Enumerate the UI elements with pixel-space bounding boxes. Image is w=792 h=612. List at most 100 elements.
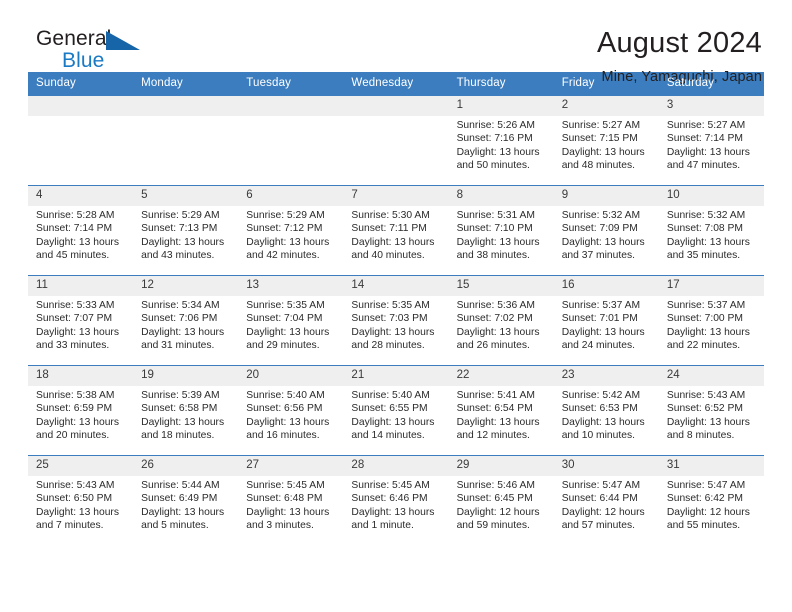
sunset-text: Sunset: 7:09 PM	[561, 223, 638, 235]
day-number: 5	[133, 186, 239, 207]
calendar-day-cell[interactable]: 13 Sunrise: 5:35 AM Sunset: 7:04 PM Dayligh…	[238, 275, 344, 366]
daylight-text: Daylight: 13 hours and 18 minutes.	[141, 416, 225, 441]
daylight-text: Daylight: 13 hours and 7 minutes.	[36, 506, 119, 531]
day-number: 27	[238, 456, 344, 477]
day-number: 9	[553, 186, 659, 207]
day-details: Sunrise: 5:34 AM Sunset: 7:06 PM Daylight:…	[133, 296, 238, 352]
day-number: 31	[658, 456, 764, 477]
calendar-week-row: 11 Sunrise: 5:33 AM Sunset: 7:07 PM Dayligh…	[28, 275, 764, 366]
calendar-day-cell[interactable]: 6 Sunrise: 5:29 AM Sunset: 7:12 PM Daylight…	[238, 185, 344, 276]
weekday-header-monday: Monday	[133, 72, 239, 96]
day-number: 11	[28, 276, 134, 297]
daylight-text: Daylight: 13 hours and 14 minutes.	[351, 416, 435, 441]
day-details: Sunrise: 5:40 AM Sunset: 6:56 PM Daylight:…	[238, 386, 343, 442]
day-number: 6	[238, 186, 344, 207]
day-number: 10	[658, 186, 764, 207]
day-number: 3	[658, 96, 764, 117]
day-details: Sunrise: 5:43 AM Sunset: 6:50 PM Daylight:…	[28, 476, 133, 532]
calendar-day-cell[interactable]: 17 Sunrise: 5:37 AM Sunset: 7:00 PM Dayligh…	[658, 275, 764, 366]
sunset-text: Sunset: 7:15 PM	[561, 133, 638, 145]
calendar-day-cell[interactable]: 3 Sunrise: 5:27 AM Sunset: 7:14 PM Daylight…	[658, 95, 764, 186]
calendar-body: 1 Sunrise: 5:26 AM Sunset: 7:16 PM Daylight…	[28, 95, 764, 545]
calendar-cell-empty	[343, 95, 449, 186]
day-number: 21	[343, 366, 449, 387]
calendar-week-row: 1 Sunrise: 5:26 AM Sunset: 7:16 PM Daylight…	[28, 95, 764, 186]
sunset-text: Sunset: 7:11 PM	[351, 223, 427, 235]
calendar-day-cell[interactable]: 21 Sunrise: 5:40 AM Sunset: 6:55 PM Dayligh…	[343, 365, 449, 456]
calendar-day-cell[interactable]: 29 Sunrise: 5:46 AM Sunset: 6:45 PM Dayligh…	[448, 455, 554, 545]
sunset-text: Sunset: 6:45 PM	[456, 493, 533, 505]
calendar-day-cell[interactable]: 27 Sunrise: 5:45 AM Sunset: 6:48 PM Dayligh…	[238, 455, 344, 545]
sunset-text: Sunset: 7:01 PM	[561, 313, 638, 325]
calendar-day-cell[interactable]: 11 Sunrise: 5:33 AM Sunset: 7:07 PM Dayligh…	[28, 275, 134, 366]
calendar-day-cell[interactable]: 2 Sunrise: 5:27 AM Sunset: 7:15 PM Daylight…	[553, 95, 659, 186]
day-number: 28	[343, 456, 449, 477]
sunrise-text: Sunrise: 5:27 AM	[666, 120, 746, 132]
sunset-text: Sunset: 7:13 PM	[141, 223, 218, 235]
calendar-day-cell[interactable]: 15 Sunrise: 5:36 AM Sunset: 7:02 PM Dayligh…	[448, 275, 554, 366]
calendar-day-cell[interactable]: 31 Sunrise: 5:47 AM Sunset: 6:42 PM Dayligh…	[658, 455, 764, 545]
sunrise-text: Sunrise: 5:27 AM	[561, 120, 641, 132]
calendar-day-cell[interactable]: 25 Sunrise: 5:43 AM Sunset: 6:50 PM Dayligh…	[28, 455, 134, 545]
calendar-day-cell[interactable]: 4 Sunrise: 5:28 AM Sunset: 7:14 PM Daylight…	[28, 185, 134, 276]
calendar-day-cell[interactable]: 28 Sunrise: 5:45 AM Sunset: 6:46 PM Dayligh…	[343, 455, 449, 545]
daylight-text: Daylight: 13 hours and 29 minutes.	[246, 326, 330, 351]
day-number: 29	[448, 456, 554, 477]
calendar-day-cell[interactable]: 26 Sunrise: 5:44 AM Sunset: 6:49 PM Dayligh…	[133, 455, 239, 545]
calendar-day-cell[interactable]: 16 Sunrise: 5:37 AM Sunset: 7:01 PM Dayligh…	[553, 275, 659, 366]
calendar-day-cell[interactable]: 30 Sunrise: 5:47 AM Sunset: 6:44 PM Dayligh…	[553, 455, 659, 545]
sunrise-text: Sunrise: 5:42 AM	[561, 390, 641, 402]
day-number: 25	[28, 456, 134, 477]
calendar-day-cell[interactable]: 22 Sunrise: 5:41 AM Sunset: 6:54 PM Dayligh…	[448, 365, 554, 456]
sunset-text: Sunset: 6:50 PM	[36, 493, 113, 505]
day-details: Sunrise: 5:27 AM Sunset: 7:15 PM Daylight:…	[554, 116, 659, 172]
sunrise-text: Sunrise: 5:41 AM	[456, 390, 535, 402]
calendar-day-cell[interactable]: 18 Sunrise: 5:38 AM Sunset: 6:59 PM Dayligh…	[28, 365, 134, 456]
calendar-week-row: 4 Sunrise: 5:28 AM Sunset: 7:14 PM Daylight…	[28, 185, 764, 276]
daylight-text: Daylight: 13 hours and 47 minutes.	[666, 146, 750, 171]
sunrise-text: Sunrise: 5:26 AM	[456, 120, 535, 132]
daylight-text: Daylight: 13 hours and 33 minutes.	[36, 326, 119, 351]
calendar-day-cell[interactable]: 23 Sunrise: 5:42 AM Sunset: 6:53 PM Dayligh…	[553, 365, 659, 456]
sunset-text: Sunset: 6:44 PM	[561, 493, 638, 505]
calendar-day-cell[interactable]: 14 Sunrise: 5:35 AM Sunset: 7:03 PM Dayligh…	[343, 275, 449, 366]
calendar-day-cell[interactable]: 20 Sunrise: 5:40 AM Sunset: 6:56 PM Dayligh…	[238, 365, 344, 456]
daylight-text: Daylight: 13 hours and 5 minutes.	[141, 506, 225, 531]
brand-logo[interactable]: General Blue	[28, 28, 161, 71]
triangle-icon	[106, 31, 140, 50]
day-details: Sunrise: 5:26 AM Sunset: 7:16 PM Daylight:…	[449, 116, 554, 172]
daylight-text: Daylight: 13 hours and 50 minutes.	[456, 146, 540, 171]
daylight-text: Daylight: 13 hours and 37 minutes.	[561, 236, 645, 261]
day-number: 18	[28, 366, 134, 387]
sunset-text: Sunset: 6:48 PM	[246, 493, 323, 505]
daylight-text: Daylight: 13 hours and 1 minute.	[351, 506, 435, 531]
sunset-text: Sunset: 6:49 PM	[141, 493, 218, 505]
day-number: 1	[448, 96, 554, 117]
day-number: 20	[238, 366, 344, 387]
sunrise-text: Sunrise: 5:43 AM	[666, 390, 746, 402]
calendar-day-cell[interactable]: 10 Sunrise: 5:32 AM Sunset: 7:08 PM Dayligh…	[658, 185, 764, 276]
calendar-day-cell[interactable]: 5 Sunrise: 5:29 AM Sunset: 7:13 PM Daylight…	[133, 185, 239, 276]
calendar-grid: Sunday Monday Tuesday Wednesday Thursday…	[28, 72, 764, 545]
sunrise-text: Sunrise: 5:40 AM	[246, 390, 325, 402]
sunset-text: Sunset: 7:08 PM	[666, 223, 743, 235]
daylight-text: Daylight: 13 hours and 24 minutes.	[561, 326, 645, 351]
sunset-text: Sunset: 7:16 PM	[456, 133, 533, 145]
sunset-text: Sunset: 6:55 PM	[351, 403, 428, 415]
day-details: Sunrise: 5:38 AM Sunset: 6:59 PM Daylight:…	[28, 386, 133, 442]
page-header: General Blue August 2024 Mine, Yamaguchi…	[28, 0, 764, 86]
weekday-header-wednesday: Wednesday	[343, 72, 449, 96]
calendar-day-cell[interactable]: 9 Sunrise: 5:32 AM Sunset: 7:09 PM Daylight…	[553, 185, 659, 276]
day-details: Sunrise: 5:35 AM Sunset: 7:03 PM Daylight:…	[343, 296, 448, 352]
calendar-day-cell[interactable]: 12 Sunrise: 5:34 AM Sunset: 7:06 PM Dayligh…	[133, 275, 239, 366]
sunrise-text: Sunrise: 5:44 AM	[141, 480, 220, 492]
calendar-day-cell[interactable]: 19 Sunrise: 5:39 AM Sunset: 6:58 PM Dayligh…	[133, 365, 239, 456]
day-details: Sunrise: 5:46 AM Sunset: 6:45 PM Daylight:…	[449, 476, 554, 532]
calendar-day-cell[interactable]: 7 Sunrise: 5:30 AM Sunset: 7:11 PM Daylight…	[343, 185, 449, 276]
brand-name-bottom: Blue	[62, 49, 105, 72]
daylight-text: Daylight: 13 hours and 10 minutes.	[561, 416, 645, 441]
calendar-day-cell[interactable]: 8 Sunrise: 5:31 AM Sunset: 7:10 PM Daylight…	[448, 185, 554, 276]
calendar-day-cell[interactable]: 24 Sunrise: 5:43 AM Sunset: 6:52 PM Dayligh…	[658, 365, 764, 456]
calendar-day-cell[interactable]: 1 Sunrise: 5:26 AM Sunset: 7:16 PM Daylight…	[448, 95, 554, 186]
calendar-page: General Blue August 2024 Mine, Yamaguchi…	[0, 0, 792, 612]
